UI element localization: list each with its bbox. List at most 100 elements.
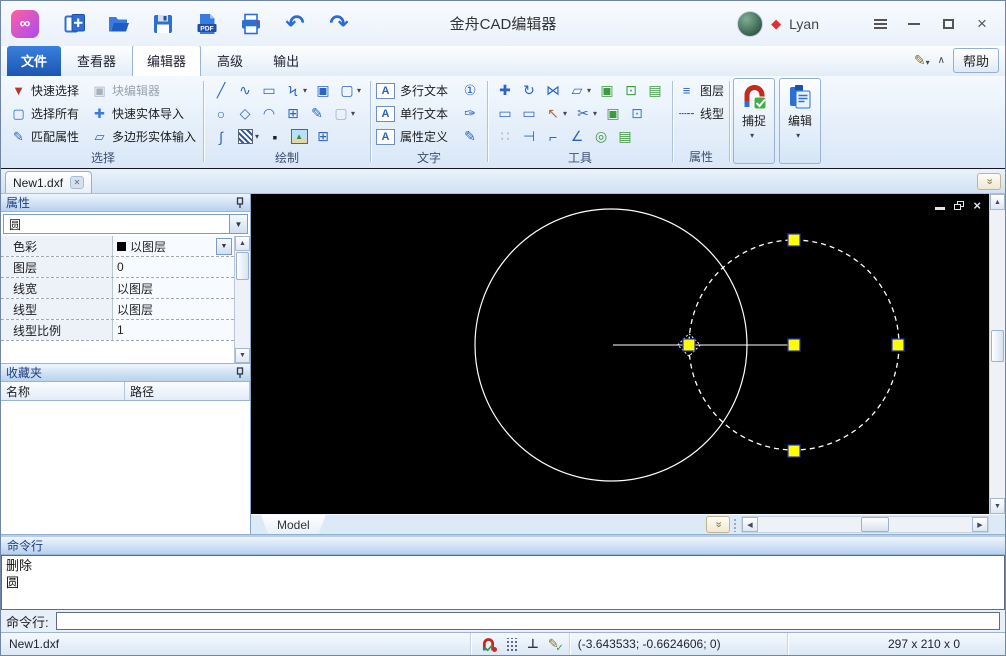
attribute-definition-button[interactable]: A属性定义 [376,125,448,148]
command-input[interactable] [56,612,1000,630]
property-grid-scrollbar[interactable]: ▲ ▼ [234,236,250,363]
redo-button[interactable]: ↷ [326,11,352,37]
hatch-button[interactable] [233,126,257,148]
user-name[interactable]: Lyan [789,16,819,32]
linetype-value[interactable]: 以图层 [113,299,234,319]
vertical-scrollbar[interactable]: ▲ ▼ [989,194,1005,514]
linetype-scale-value[interactable]: 1 [113,320,234,340]
scroll-down-icon[interactable]: ▼ [235,348,250,363]
copy-entities-button[interactable]: ▣ [601,103,625,125]
array-button[interactable]: ▤ [643,80,667,102]
color-value[interactable]: 以图层▼ [113,236,234,256]
export-pdf-button[interactable]: PDF [194,11,220,37]
mdi-minimize-icon[interactable] [935,207,945,210]
edit-button[interactable]: 编辑 ▾ [779,78,821,164]
edit-dropdown-icon[interactable]: ▾ [796,131,804,140]
grip-top-quadrant[interactable] [788,234,800,246]
close-button[interactable]: × [969,12,995,36]
grip-right-quadrant[interactable] [892,339,904,351]
grip-left-quadrant[interactable] [683,339,695,351]
maximize-button[interactable] [935,12,961,36]
spline-button[interactable]: ∫ [209,126,233,148]
horizontal-scrollbar[interactable]: ◀ ▶ [741,516,989,533]
scrollbar-track[interactable] [758,517,972,532]
layer-value[interactable]: 0 [113,257,234,277]
path-column-header[interactable]: 路径 [125,382,250,400]
splitter-gripper[interactable] [733,518,738,532]
new-file-button[interactable] [62,11,88,37]
name-column-header[interactable]: 名称 [1,382,125,400]
line-button[interactable]: ╱ [209,80,233,102]
rotate-button[interactable]: ↻ [517,80,541,102]
menu-tab-advanced[interactable]: 高级 [203,46,257,76]
scroll-up-icon[interactable]: ▲ [235,236,250,251]
property-row-layer[interactable]: 图层0 [1,257,234,278]
open-file-button[interactable] [106,11,132,37]
undo-button[interactable]: ↶ [282,11,308,37]
property-row-linetype[interactable]: 线型以图层 [1,299,234,320]
scroll-up-icon[interactable]: ▲ [990,194,1005,210]
erase-rect-button[interactable]: ▭ [493,103,517,125]
mdi-restore-icon[interactable] [954,201,964,210]
freehand-sketch-button[interactable]: ∿ [233,80,257,102]
multiline-text-button[interactable]: A多行文本 [376,79,448,102]
color-dropdown-icon[interactable]: ▼ [216,238,232,255]
block-reference-button[interactable]: ⊡ [625,103,649,125]
quick-entity-import-button[interactable]: ✚快速实体导入 [89,102,198,125]
selector-dropdown-icon[interactable]: ▼ [229,215,247,233]
menu-tab-viewer[interactable]: 查看器 [63,46,130,76]
snap-toggle-icon[interactable] [481,637,496,652]
model-tab[interactable]: Model [261,515,326,534]
menu-tab-file[interactable]: 文件 [7,46,61,76]
pin-icon[interactable] [235,197,245,209]
rectangle-button[interactable]: ▭ [257,80,281,102]
minimize-button[interactable] [901,12,927,36]
command-history[interactable]: 删除圆 [1,555,1005,610]
property-row-color[interactable]: 色彩以图层▼ [1,236,234,257]
help-button[interactable]: 帮助 [953,48,999,73]
grid-toggle-icon[interactable] [505,638,518,651]
merge-layers-button[interactable]: ▤ [613,126,637,148]
grip-bottom-quadrant[interactable] [788,445,800,457]
polygon-entity-input-button[interactable]: ▱多边形实体输入 [89,125,198,148]
scroll-down-icon[interactable]: ▼ [990,498,1005,514]
draft-toggle-icon[interactable]: ✎✓ [548,636,559,652]
scroll-right-icon[interactable]: ▶ [972,517,988,532]
insert-block-button[interactable]: ▣ [311,80,335,102]
edit-attribute-button[interactable]: ✎ [458,125,482,148]
scrollbar-thumb[interactable] [991,330,1004,362]
tab-close-icon[interactable]: ✕ [70,176,84,189]
pin-icon[interactable] [235,367,245,379]
offset-dropdown-icon[interactable]: ▾ [587,86,595,95]
tab-overflow-button[interactable]: » [977,173,1001,190]
snap-dropdown-icon[interactable]: ▾ [750,131,758,140]
arc-button[interactable]: ◠ [257,103,281,125]
fillet-button[interactable]: ⌐ [541,126,565,148]
quick-edit-icon[interactable]: ✎▾ [914,52,930,69]
circle-button[interactable]: ○ [209,103,233,125]
singleline-text-button[interactable]: A单行文本 [376,102,448,125]
gradient-pen-button[interactable]: ✎ [305,103,329,125]
drawing-canvas[interactable]: × [251,194,989,514]
arc-text-button[interactable]: ① [458,79,482,102]
app-menu-button[interactable] [867,12,893,36]
region-dropdown-icon[interactable]: ▾ [351,109,359,118]
offset-button[interactable]: ▱ [565,80,589,102]
menu-tab-editor[interactable]: 编辑器 [132,45,201,76]
polyline-button[interactable]: Ϟ [281,80,305,102]
ortho-toggle-icon[interactable]: ⊥ [527,636,539,652]
layers-button[interactable]: ≡图层 [678,79,724,102]
scrollbar-thumb[interactable] [236,252,249,280]
raster-image-button[interactable]: ▲ [287,126,311,148]
select-all-button[interactable]: ▢选择所有 [8,102,81,125]
collapse-ribbon-icon[interactable]: ∧ [938,55,945,66]
scroll-left-icon[interactable]: ◀ [742,517,758,532]
explode-button[interactable]: ▭ [517,103,541,125]
mdi-close-icon[interactable]: × [973,199,981,212]
point-button[interactable]: ▪ [263,126,287,148]
match-properties-button[interactable]: ✎匹配属性 [8,125,81,148]
quick-select-button[interactable]: ▼快速选择 [8,79,81,102]
grab-point-button[interactable]: ↖ [541,103,565,125]
scrollbar-thumb[interactable] [861,517,889,532]
copy-button[interactable]: ▣ [595,80,619,102]
